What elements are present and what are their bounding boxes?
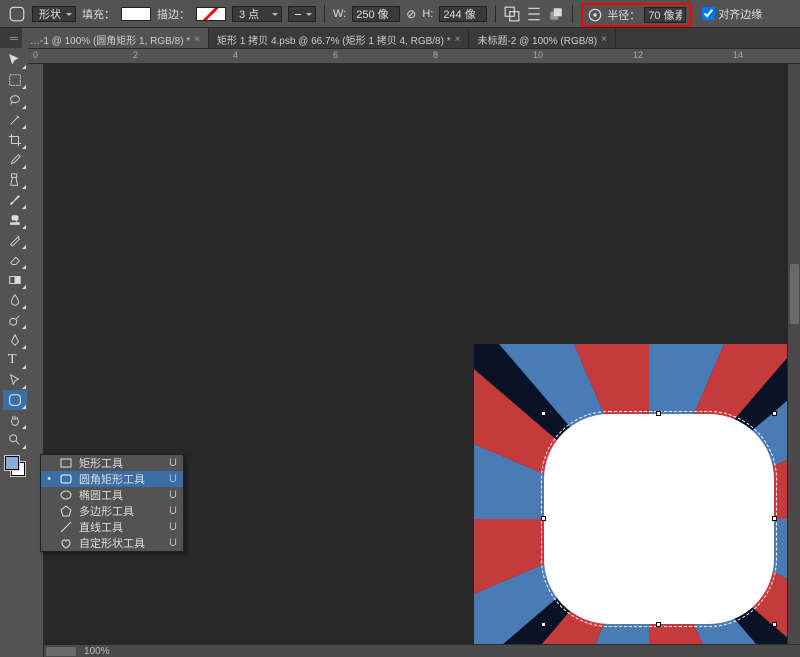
ellipse-icon (59, 488, 73, 502)
polygon-icon (59, 504, 73, 518)
canvas-area[interactable] (44, 64, 800, 657)
color-swatches[interactable] (3, 454, 27, 478)
line-icon (59, 520, 73, 534)
ruler-vertical[interactable] (28, 64, 44, 657)
rounded-rectangle-icon (59, 472, 73, 486)
transform-handle[interactable] (772, 411, 777, 416)
transform-handle[interactable] (541, 622, 546, 627)
flyout-item-ellipse[interactable]: 椭圆工具 U (41, 487, 183, 503)
flyout-item-custom-shape[interactable]: 自定形状工具 U (41, 535, 183, 551)
zoom-level[interactable]: 100% (84, 646, 110, 657)
tool-pen[interactable] (3, 330, 27, 350)
tab-menu-icon[interactable] (10, 37, 18, 40)
fill-swatch[interactable] (121, 7, 151, 21)
canvas-artboard (474, 344, 800, 657)
radius-input[interactable] (644, 7, 686, 23)
scrollbar-thumb[interactable] (790, 264, 799, 324)
flyout-item-line[interactable]: 直线工具 U (41, 519, 183, 535)
flyout-item-rectangle[interactable]: 矩形工具 U (41, 455, 183, 471)
main-area (0, 64, 800, 657)
stroke-weight-dropdown[interactable]: 3 点 (232, 6, 282, 22)
link-wh-icon[interactable]: ⊘ (406, 8, 416, 20)
radius-highlight-box: 半径： (581, 3, 692, 27)
tool-stamp[interactable] (3, 210, 27, 230)
separator (495, 5, 496, 23)
tool-crop[interactable] (3, 130, 27, 150)
fill-label: 填充： (82, 6, 115, 22)
rectangle-icon (59, 456, 73, 470)
toolbox: T (3, 50, 27, 478)
align-edges-input[interactable] (702, 7, 715, 20)
tool-gradient[interactable] (3, 270, 27, 290)
flyout-item-polygon[interactable]: 多边形工具 U (41, 503, 183, 519)
scrollbar-horizontal[interactable]: 100% (44, 644, 800, 657)
tool-zoom[interactable] (3, 430, 27, 450)
tool-history-brush[interactable] (3, 230, 27, 250)
options-bar: 形状 填充： 描边： 3 点 W: ⊘ H: 半径： 对齐边缘 (0, 0, 800, 28)
close-icon[interactable]: × (194, 34, 200, 45)
path-ops-icon[interactable] (504, 6, 520, 22)
rounded-rectangle-shape[interactable] (544, 414, 774, 624)
separator (572, 5, 573, 23)
tool-blur[interactable] (3, 290, 27, 310)
document-tab[interactable]: …-1 @ 100% (圆角矩形 1, RGB/8) *× (22, 28, 209, 48)
tool-eyedropper[interactable] (3, 150, 27, 170)
transform-handle[interactable] (541, 411, 546, 416)
align-icon[interactable] (526, 6, 542, 22)
tool-path-select[interactable] (3, 370, 27, 390)
h-label: H: (422, 8, 433, 20)
tool-dodge[interactable] (3, 310, 27, 330)
close-icon[interactable]: × (455, 34, 461, 45)
height-input[interactable] (439, 6, 487, 22)
custom-shape-icon (59, 536, 73, 550)
scrollbar-vertical[interactable] (787, 64, 800, 644)
transform-handle[interactable] (772, 622, 777, 627)
stroke-label: 描边： (157, 6, 190, 22)
arrange-icon[interactable] (548, 6, 564, 22)
width-input[interactable] (352, 6, 400, 22)
tool-marquee[interactable] (3, 70, 27, 90)
mode-label: 形状 (39, 6, 61, 22)
tool-wand[interactable] (3, 110, 27, 130)
mode-dropdown[interactable]: 形状 (32, 6, 76, 22)
tool-move[interactable] (3, 50, 27, 70)
tool-shape[interactable] (3, 390, 27, 410)
tool-eraser[interactable] (3, 250, 27, 270)
tool-heal[interactable] (3, 170, 27, 190)
gear-icon[interactable] (587, 7, 603, 23)
close-icon[interactable]: × (601, 34, 607, 45)
document-tab[interactable]: 未标题-2 @ 100% (RGB/8)× (469, 28, 615, 48)
transform-handle[interactable] (541, 516, 546, 521)
stroke-style-dropdown[interactable] (288, 6, 316, 22)
w-label: W: (333, 8, 346, 20)
tool-type[interactable]: T (3, 350, 27, 370)
radius-label: 半径： (607, 7, 640, 23)
align-edges-label: 对齐边缘 (718, 6, 762, 22)
shape-preset-icon[interactable] (8, 5, 26, 23)
flyout-item-rounded-rectangle[interactable]: • 圆角矩形工具 U (41, 471, 183, 487)
stroke-weight-value: 3 点 (239, 6, 259, 22)
tool-brush[interactable] (3, 190, 27, 210)
tool-hand[interactable] (3, 410, 27, 430)
foreground-swatch[interactable] (5, 456, 19, 470)
document-tab-bar: …-1 @ 100% (圆角矩形 1, RGB/8) *× 矩形 1 拷贝 4.… (0, 28, 800, 48)
stroke-swatch[interactable] (196, 7, 226, 21)
tool-lasso[interactable] (3, 90, 27, 110)
transform-handle[interactable] (656, 411, 661, 416)
ruler-horizontal[interactable]: 0 2 4 6 8 10 12 14 (28, 48, 800, 64)
scrollbar-thumb[interactable] (46, 647, 76, 656)
transform-handle[interactable] (656, 622, 661, 627)
shape-tool-flyout: 矩形工具 U • 圆角矩形工具 U 椭圆工具 U 多边形工具 U 直线工具 U … (40, 454, 184, 552)
document-tab[interactable]: 矩形 1 拷贝 4.psb @ 66.7% (矩形 1 拷贝 4, RGB/8)… (209, 28, 469, 48)
align-edges-checkbox[interactable]: 对齐边缘 (698, 6, 762, 22)
transform-handle[interactable] (772, 516, 777, 521)
separator (324, 5, 325, 23)
